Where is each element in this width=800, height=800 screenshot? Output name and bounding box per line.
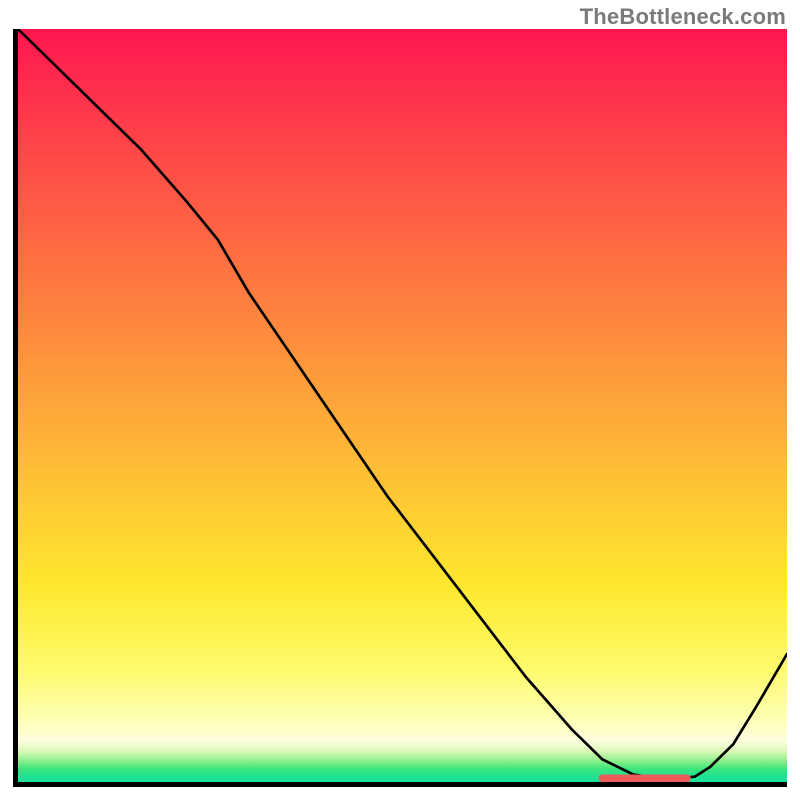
- chart-curve-line: [18, 29, 787, 778]
- chart-plot-area: [13, 29, 787, 787]
- chart-overlay-svg: [18, 29, 787, 782]
- watermark-text: TheBottleneck.com: [580, 4, 786, 30]
